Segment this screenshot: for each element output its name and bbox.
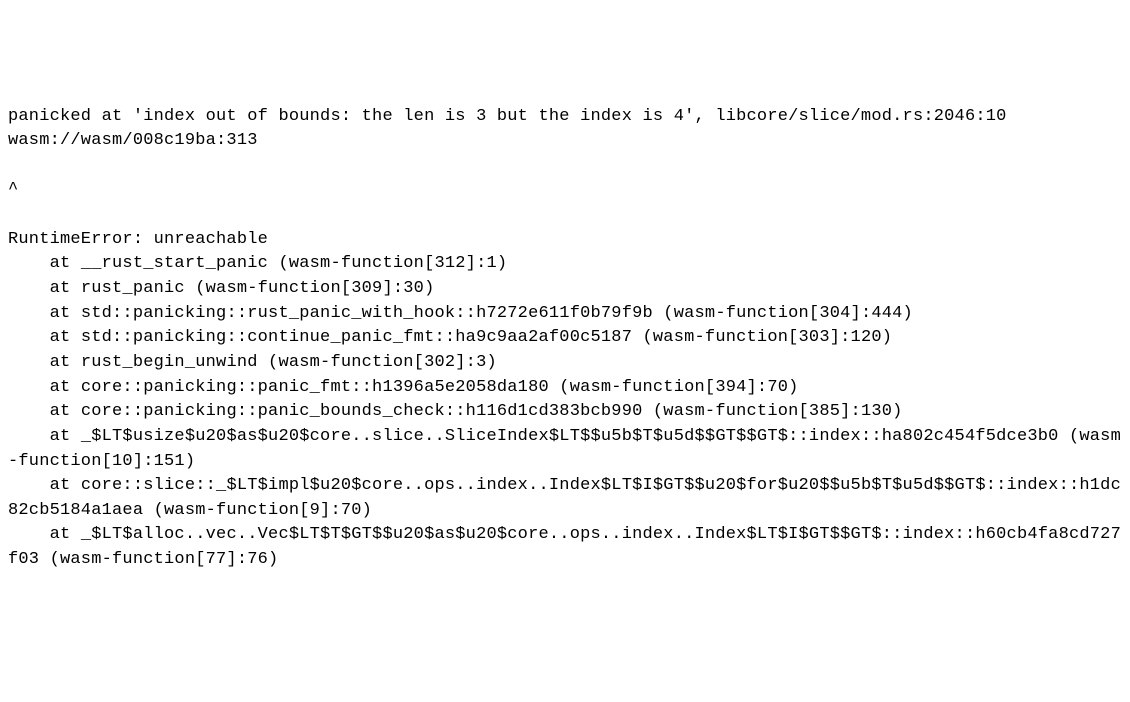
runtime-error-header: RuntimeError: unreachable <box>8 230 268 249</box>
stack-frame: at rust_panic (wasm-function[309]:30) <box>8 279 434 298</box>
stack-frame: at core::slice::_$LT$impl$u20$core..ops.… <box>8 476 1121 520</box>
stack-frame: at _$LT$usize$u20$as$u20$core..slice..Sl… <box>8 427 1121 471</box>
stack-frame: at std::panicking::continue_panic_fmt::h… <box>8 328 892 347</box>
terminal-output: panicked at 'index out of bounds: the le… <box>8 105 1122 573</box>
error-caret: ^ <box>8 180 18 199</box>
stack-frame: at core::panicking::panic_fmt::h1396a5e2… <box>8 378 799 397</box>
stack-frame: at _$LT$alloc..vec..Vec$LT$T$GT$$u20$as$… <box>8 525 1121 569</box>
stack-frame: at rust_begin_unwind (wasm-function[302]… <box>8 353 497 372</box>
wasm-source-location: wasm://wasm/008c19ba:313 <box>8 131 258 150</box>
stack-frame: at core::panicking::panic_bounds_check::… <box>8 402 903 421</box>
stack-frame: at std::panicking::rust_panic_with_hook:… <box>8 304 913 323</box>
stack-frame: at __rust_start_panic (wasm-function[312… <box>8 254 507 273</box>
panic-message: panicked at 'index out of bounds: the le… <box>8 107 1007 126</box>
